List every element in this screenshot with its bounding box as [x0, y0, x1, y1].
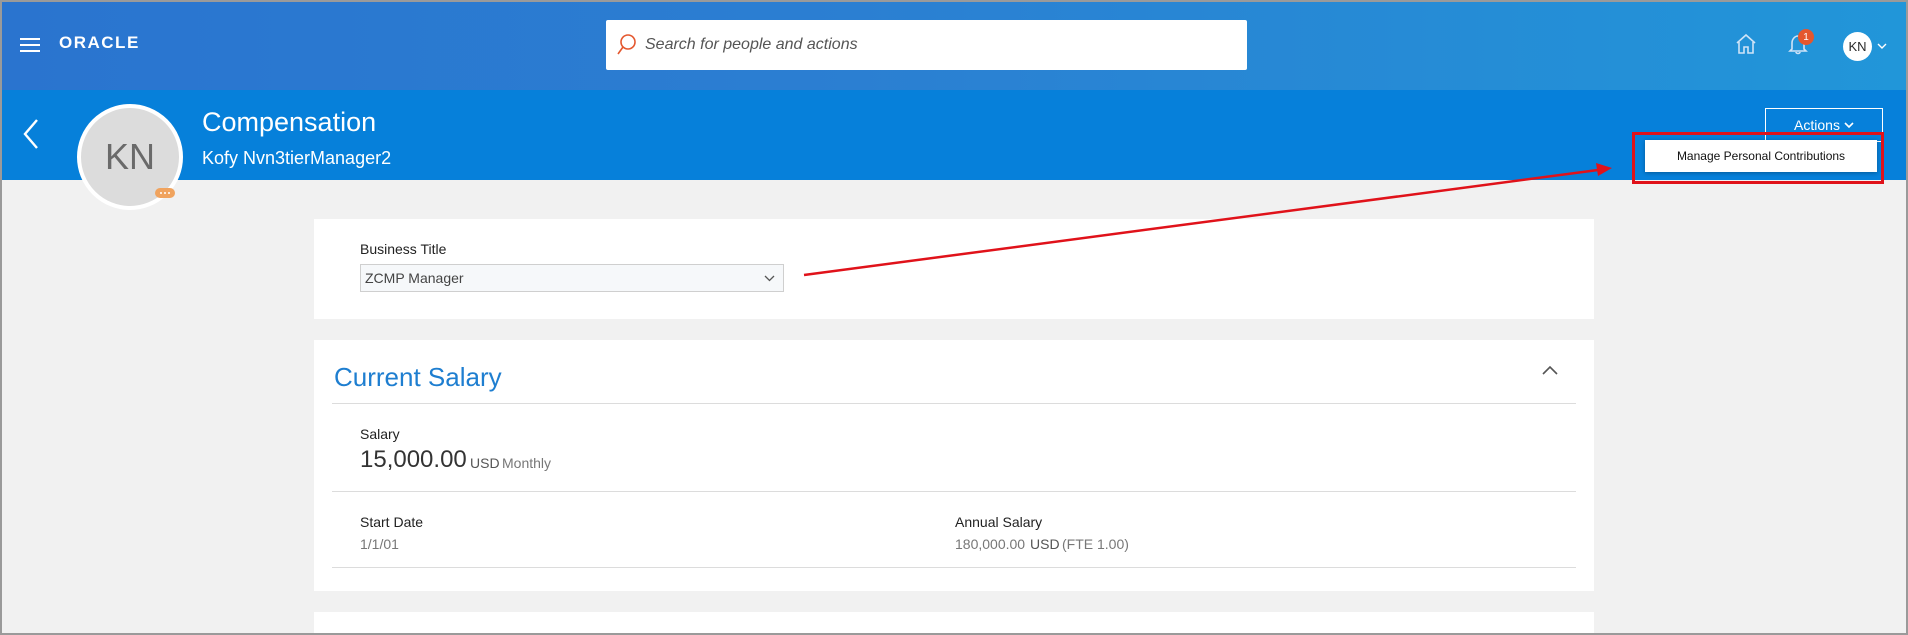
- avatar-more-icon[interactable]: [155, 188, 175, 198]
- annual-salary-currency: USD: [1030, 536, 1060, 552]
- business-title-card: Business Title ZCMP Manager: [314, 219, 1594, 319]
- annual-salary-label: Annual Salary: [955, 514, 1043, 530]
- chevron-down-icon: [1844, 121, 1854, 128]
- notification-badge: 1: [1798, 29, 1814, 45]
- annual-salary-value: 180,000.00: [955, 536, 1026, 552]
- salary-value: 15,000.00: [360, 446, 467, 473]
- divider: [332, 567, 1576, 568]
- salary-label: Salary: [360, 426, 400, 442]
- business-title-select[interactable]: ZCMP Manager: [360, 264, 784, 292]
- highlight-annotation-box: [1632, 132, 1884, 184]
- annual-salary-fte: (FTE 1.00): [1062, 536, 1129, 552]
- start-date-value: 1/1/01: [360, 536, 399, 552]
- start-date-label: Start Date: [360, 514, 424, 530]
- person-name: Kofy Nvn3tierManager2: [202, 148, 392, 168]
- user-avatar[interactable]: KN: [1843, 32, 1872, 61]
- home-icon[interactable]: [1735, 33, 1757, 55]
- oracle-logo: ORACLE: [59, 33, 140, 52]
- search-icon: [617, 34, 636, 55]
- search-input[interactable]: [645, 36, 1247, 54]
- business-title-value: ZCMP Manager: [365, 270, 464, 286]
- back-arrow-icon[interactable]: [22, 118, 40, 150]
- page-title: Compensation: [202, 107, 377, 137]
- search-box[interactable]: [606, 20, 1247, 70]
- hamburger-menu-icon[interactable]: [20, 38, 40, 52]
- salary-currency: USD: [470, 455, 500, 471]
- collapse-chevron-up-icon[interactable]: [1542, 365, 1558, 375]
- current-salary-card: Current Salary Salary 15,000.00 USD Mont…: [314, 340, 1594, 591]
- user-menu-chevron-icon[interactable]: [1877, 43, 1887, 50]
- chevron-down-icon: [764, 275, 775, 282]
- actions-label: Actions: [1794, 117, 1840, 133]
- salary-frequency: Monthly: [502, 455, 552, 471]
- divider: [332, 491, 1576, 492]
- next-section-card: [314, 612, 1594, 635]
- business-title-label: Business Title: [360, 241, 447, 257]
- divider: [332, 403, 1576, 404]
- section-title-current-salary: Current Salary: [334, 362, 502, 392]
